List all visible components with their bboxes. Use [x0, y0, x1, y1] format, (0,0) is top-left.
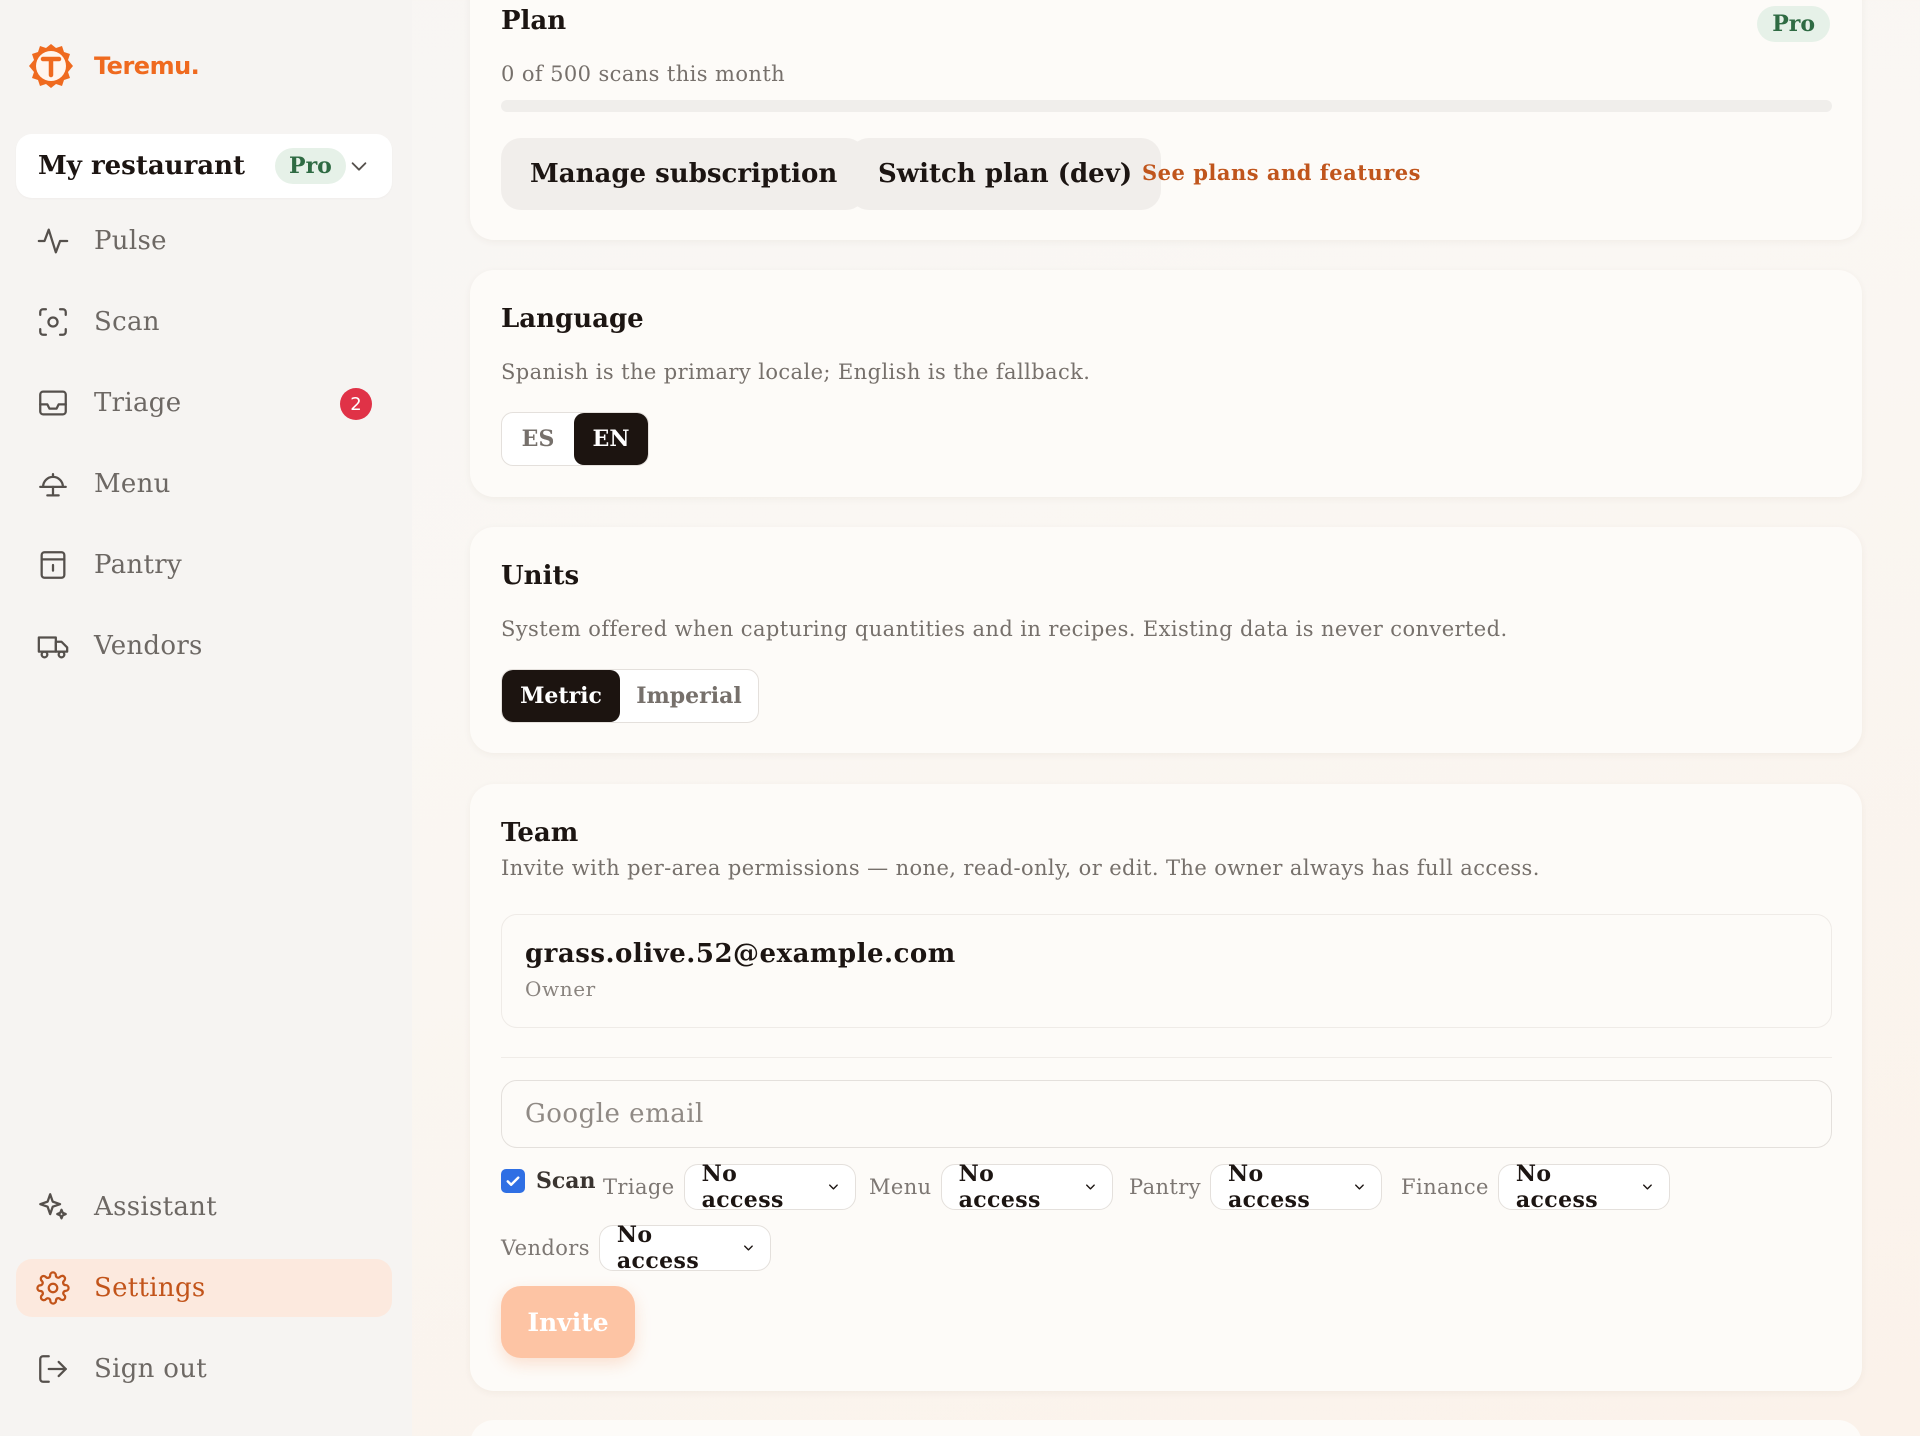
- workspace-name: My restaurant: [38, 151, 246, 181]
- units-card: Units System offered when capturing quan…: [470, 527, 1862, 753]
- triage-count-badge: 2: [340, 388, 372, 420]
- inbox-icon: [39, 390, 67, 416]
- sign-out-icon: [39, 1355, 67, 1383]
- permission-select-pantry[interactable]: No access: [1209, 1161, 1382, 1213]
- chevron-down-icon: [1643, 1184, 1652, 1190]
- next-card-edge: [470, 1420, 1862, 1436]
- nav-item-label: Sign out: [94, 1354, 208, 1384]
- nav-item-pantry[interactable]: Pantry: [16, 536, 392, 594]
- permission-area-label: Vendors: [501, 1236, 590, 1260]
- permission-menu: Menu No access: [869, 1161, 1113, 1213]
- scan-checkbox-label: Scan: [536, 1168, 596, 1194]
- units-toggle: Metric Imperial: [501, 669, 759, 723]
- nav-item-sign-out[interactable]: Sign out: [16, 1340, 392, 1398]
- permission-triage: Triage No access: [603, 1161, 856, 1213]
- plan-badge: Pro: [1757, 6, 1830, 42]
- nav-item-label: Pantry: [94, 550, 182, 580]
- units-option-imperial[interactable]: Imperial: [620, 670, 758, 722]
- permission-select-value: No access: [616, 1222, 700, 1274]
- language-title: Language: [501, 304, 644, 334]
- nav-item-menu[interactable]: Menu: [16, 455, 392, 513]
- switch-plan-button[interactable]: Switch plan (dev): [849, 138, 1162, 210]
- brand-name: Teremu.: [94, 52, 200, 80]
- sidebar: Teremu. My restaurant Pro Pulse Scan Tri…: [0, 0, 412, 1436]
- invite-button[interactable]: Invite: [501, 1286, 635, 1358]
- nav-item-label: Settings: [94, 1273, 206, 1303]
- language-toggle: ES EN: [501, 412, 649, 466]
- nav-item-label: Scan: [94, 307, 160, 337]
- permission-area-label: Pantry: [1129, 1175, 1201, 1199]
- language-option-en[interactable]: EN: [574, 413, 648, 465]
- cloche-icon: [39, 472, 67, 497]
- invite-email-input[interactable]: [501, 1080, 1832, 1148]
- nav-item-assistant[interactable]: Assistant: [16, 1178, 392, 1236]
- member-role: Owner: [525, 977, 596, 1001]
- nav-item-scan[interactable]: Scan: [16, 293, 392, 351]
- scan-icon: [39, 308, 67, 336]
- main-nav: Pulse Scan Triage 2 Menu Pantry Vendors: [16, 212, 392, 698]
- nav-item-label: Vendors: [94, 631, 203, 661]
- activity-icon: [37, 228, 69, 254]
- plan-card: Plan Pro 0 of 500 scans this month Manag…: [470, 0, 1862, 240]
- nav-item-label: Triage: [94, 388, 182, 418]
- plan-title: Plan: [501, 6, 567, 36]
- manage-subscription-button[interactable]: Manage subscription: [501, 138, 867, 210]
- permission-select-value: No access: [701, 1161, 784, 1213]
- units-option-metric[interactable]: Metric: [502, 670, 620, 722]
- permission-finance: Finance No access: [1401, 1161, 1670, 1213]
- team-card: Team Invite with per-area permissions — …: [470, 784, 1862, 1391]
- permission-select-triage[interactable]: No access: [683, 1161, 856, 1213]
- scan-usage-progress: [501, 100, 1832, 112]
- permission-select-vendors[interactable]: No access: [598, 1222, 771, 1274]
- language-card: Language Spanish is the primary locale; …: [470, 270, 1862, 497]
- team-title: Team: [501, 818, 579, 848]
- plan-usage-text: 0 of 500 scans this month: [501, 62, 786, 86]
- permission-vendors: Vendors No access: [501, 1222, 771, 1274]
- nav-item-vendors[interactable]: Vendors: [16, 617, 392, 675]
- permission-pantry: Pantry No access: [1129, 1161, 1382, 1213]
- see-plans-link[interactable]: See plans and features: [1142, 160, 1421, 185]
- workspace-plan-badge: Pro: [275, 148, 346, 184]
- nav-item-settings[interactable]: Settings: [16, 1259, 392, 1317]
- permission-select-finance[interactable]: No access: [1497, 1161, 1670, 1213]
- chevron-down-icon: [351, 162, 367, 171]
- nav-item-triage[interactable]: Triage 2: [16, 374, 392, 432]
- scan-permission: Scan: [501, 1168, 596, 1194]
- scan-checkbox[interactable]: [501, 1169, 525, 1193]
- chevron-down-icon: [1355, 1184, 1364, 1190]
- nav-item-label: Assistant: [94, 1192, 217, 1222]
- permission-select-menu[interactable]: No access: [940, 1161, 1113, 1213]
- teremu-logo-icon: [29, 44, 73, 88]
- permission-select-value: No access: [958, 1161, 1041, 1213]
- team-description: Invite with per-area permissions — none,…: [501, 856, 1540, 880]
- bottom-nav: Assistant Settings Sign out: [16, 1178, 392, 1421]
- checkmark-icon: [506, 1176, 520, 1186]
- permission-select-value: No access: [1227, 1161, 1311, 1213]
- permission-area-label: Finance: [1401, 1175, 1489, 1199]
- sparkles-icon: [39, 1193, 67, 1220]
- nav-item-pulse[interactable]: Pulse: [16, 212, 392, 270]
- permission-area-label: Menu: [869, 1175, 932, 1199]
- brand[interactable]: Teremu.: [26, 40, 200, 92]
- language-option-es[interactable]: ES: [502, 413, 574, 465]
- chevron-down-icon: [828, 1184, 838, 1190]
- chevron-down-icon: [744, 1245, 753, 1251]
- pantry-icon: [40, 551, 66, 579]
- chevron-down-icon: [1085, 1184, 1095, 1190]
- member-email: grass.olive.52@example.com: [525, 939, 956, 969]
- units-title: Units: [501, 561, 580, 591]
- truck-icon: [37, 636, 69, 659]
- divider: [501, 1057, 1832, 1058]
- nav-item-label: Pulse: [94, 226, 167, 256]
- gear-icon: [36, 1271, 70, 1305]
- workspace-switcher[interactable]: My restaurant Pro: [16, 134, 392, 198]
- team-member-row: grass.olive.52@example.com Owner: [501, 914, 1832, 1028]
- language-description: Spanish is the primary locale; English i…: [501, 360, 1091, 384]
- nav-item-label: Menu: [94, 469, 171, 499]
- permission-area-label: Triage: [603, 1175, 675, 1199]
- permission-select-value: No access: [1515, 1161, 1599, 1213]
- units-description: System offered when capturing quantities…: [501, 617, 1508, 641]
